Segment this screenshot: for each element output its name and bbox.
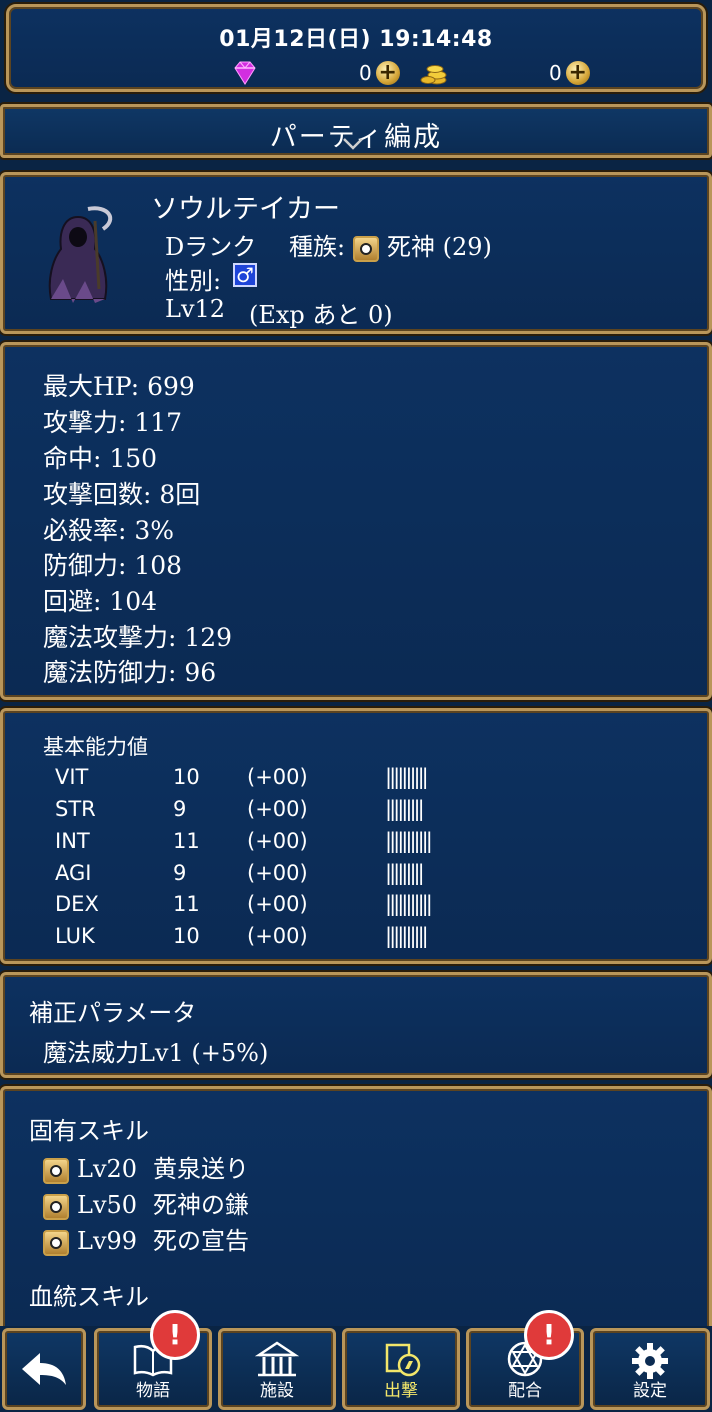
nav-sortie-button[interactable]: 出撃: [342, 1328, 460, 1410]
ability-name: INT: [55, 829, 90, 853]
gem-count: 0: [359, 61, 372, 85]
gem-counter[interactable]: 0 +: [359, 59, 400, 87]
ability-bar: |||||||||: [385, 861, 425, 885]
ability-name: VIT: [55, 765, 89, 789]
skill-name: 死の宣告: [153, 1227, 250, 1255]
skill-item[interactable]: Lv20 黄泉送り: [43, 1149, 249, 1184]
stat-attack-count: 攻撃回数: 8回: [43, 480, 201, 509]
ability-bar: ||||||||||: [385, 924, 429, 948]
modifier-heading: 補正パラメータ: [29, 999, 197, 1027]
stats-panel: 最大HP: 699 攻撃力: 117 命中: 150 攻撃回数: 8回 必殺率:…: [0, 342, 712, 700]
race-text: 死神 (29): [387, 233, 492, 261]
nav-story-label: 物語: [136, 1381, 170, 1401]
nav-facility-button[interactable]: 施設: [218, 1328, 336, 1410]
coin-stack-icon: [419, 59, 449, 87]
ability-bar: |||||||||||: [385, 892, 433, 916]
nav-facility-label: 施設: [260, 1381, 294, 1401]
add-gems-button[interactable]: +: [375, 61, 400, 85]
ability-bonus: (+00): [247, 924, 308, 948]
datetime: 01月12日(日) 19:14:48: [219, 27, 493, 52]
ability-name: DEX: [55, 892, 99, 916]
unit-name: ソウルテイカー: [151, 194, 340, 225]
ability-value: 10: [173, 765, 200, 789]
ability-value: 9: [173, 797, 187, 821]
ability-value: 11: [173, 829, 200, 853]
skill-name: 黄泉送り: [153, 1155, 250, 1183]
ability-bar: |||||||||||: [385, 829, 433, 853]
skill-item[interactable]: Lv99 死の宣告: [43, 1221, 249, 1256]
ability-name: STR: [55, 797, 96, 821]
ability-value: 9: [173, 861, 187, 885]
skill-icon: [43, 1157, 69, 1184]
ability-value: 10: [173, 924, 200, 948]
story-alert-badge: !: [150, 1310, 200, 1360]
nav-sortie-label: 出撃: [384, 1381, 418, 1401]
ability-value: 11: [173, 892, 200, 916]
skill-item[interactable]: Lv50 死神の鎌: [43, 1185, 249, 1220]
status-header: 01月12日(日) 19:14:48 0 + 0 +: [6, 4, 706, 92]
ability-bonus: (+00): [247, 829, 308, 853]
nav-settings-label: 設定: [633, 1381, 667, 1401]
ability-bonus: (+00): [247, 861, 308, 885]
back-button[interactable]: [2, 1328, 86, 1410]
modifier-panel: 補正パラメータ 魔法威力Lv1 (+5%): [0, 972, 712, 1078]
ability-bonus: (+00): [247, 797, 308, 821]
basic-heading: 基本能力値: [43, 735, 148, 759]
stat-attack: 攻撃力: 117: [43, 408, 183, 437]
stat-critical: 必殺率: 3%: [43, 516, 175, 545]
ability-name: LUK: [55, 924, 95, 948]
male-icon: ♂: [233, 263, 257, 287]
modifier-value: 魔法威力Lv1 (+5%): [43, 1039, 269, 1067]
nav-fusion-label: 配合: [508, 1381, 542, 1401]
skill-level: Lv50: [77, 1191, 138, 1219]
skills-panel: 固有スキル Lv20 黄泉送り Lv50 死神の鎌 Lv99 死の宣告 血統スキル: [0, 1086, 712, 1336]
stat-accuracy: 命中: 150: [43, 444, 158, 473]
unit-rank: Dランク: [165, 233, 257, 261]
skill-name: 死神の鎌: [153, 1191, 250, 1219]
unit-level: Lv12: [165, 295, 226, 323]
ability-name: AGI: [55, 861, 92, 885]
stat-defense: 防御力: 108: [43, 551, 183, 580]
gender-label: 性別:: [165, 267, 222, 295]
add-coins-button[interactable]: +: [565, 61, 590, 85]
skill-icon: [43, 1193, 69, 1220]
race-value: 死神 (29): [353, 227, 492, 262]
stat-evasion: 回避: 104: [43, 587, 158, 616]
unit-exp: (Exp あと 0): [249, 301, 393, 329]
bloodline-heading: 血統スキル: [29, 1283, 149, 1311]
race-icon: [353, 235, 379, 262]
skill-icon: [43, 1229, 69, 1256]
coin-count: 0: [549, 61, 562, 85]
unit-info-panel: ソウルテイカー Dランク 種族: 死神 (29) 性別: ♂ Lv12 (Exp…: [0, 172, 712, 334]
ability-bar: |||||||||: [385, 797, 425, 821]
chevron-down-icon[interactable]: [342, 136, 364, 150]
basic-ability-panel: 基本能力値 VIT 10 (+00) |||||||||| STR 9 (+00…: [0, 708, 712, 964]
skill-level: Lv20: [77, 1155, 138, 1183]
coin-counter[interactable]: 0 +: [549, 59, 590, 87]
bottom-nav: 物語 ! 施設 出撃 配合 ! 設定: [0, 1310, 712, 1412]
back-arrow-icon: [5, 1351, 83, 1396]
stat-magic-attack: 魔法攻撃力: 129: [43, 623, 233, 652]
ability-bar: ||||||||||: [385, 765, 429, 789]
gem-icon: [231, 59, 259, 87]
skill-level: Lv99: [77, 1227, 138, 1255]
skills-heading: 固有スキル: [29, 1117, 149, 1145]
race-label: 種族:: [289, 233, 346, 261]
unit-portrait[interactable]: [33, 199, 123, 309]
nav-settings-button[interactable]: 設定: [590, 1328, 710, 1410]
fusion-alert-badge: !: [524, 1310, 574, 1360]
stat-magic-defense: 魔法防御力: 96: [43, 658, 217, 687]
ability-bonus: (+00): [247, 765, 308, 789]
stat-max-hp: 最大HP: 699: [43, 372, 195, 401]
ability-bonus: (+00): [247, 892, 308, 916]
